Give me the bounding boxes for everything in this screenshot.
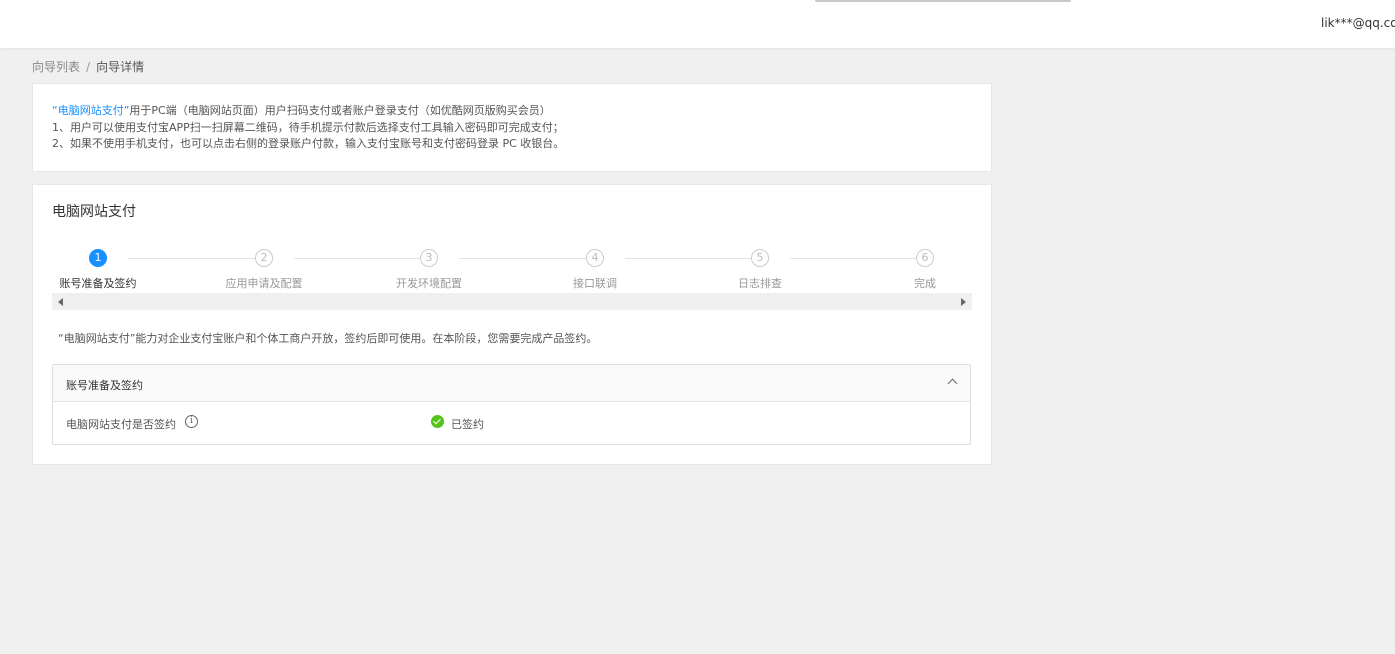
page-title: 电脑网站支付 (52, 204, 136, 220)
breadcrumb-item-wizard-list[interactable]: 向导列表 (32, 60, 80, 74)
breadcrumb-item-wizard-detail: 向导详情 (96, 60, 145, 74)
signing-status-value: 已签约 (451, 418, 484, 431)
step-label: 应用申请及配置 (225, 277, 303, 290)
top-header: lik***@qq.com (0, 0, 1395, 48)
step-label: 账号准备及签约 (59, 277, 137, 290)
intro-line-1: “电脑网站支付”用于PC端（电脑网站页面）用户扫码支付或者账户登录支付（如优酷网… (52, 103, 971, 120)
step-number: 6 (916, 249, 934, 267)
step-label: 开发环境配置 (396, 277, 462, 290)
main-card: 电脑网站支付 1 账号准备及签约 2 应用申请及配置 3 开发环境配置 4 接口… (32, 184, 992, 465)
step-1[interactable]: 1 账号准备及签约 (38, 249, 158, 291)
step-5[interactable]: 5 日志排查 (700, 249, 820, 291)
panel-title: 账号准备及签约 (66, 379, 143, 392)
intro-card: “电脑网站支付”用于PC端（电脑网站页面）用户扫码支付或者账户登录支付（如优酷网… (32, 83, 992, 172)
step-label: 日志排查 (738, 277, 782, 290)
scroll-left-arrow-icon[interactable] (58, 298, 63, 306)
signing-panel: 账号准备及签约 电脑网站支付是否签约 i 已签约 (52, 364, 971, 445)
breadcrumb: 向导列表 / 向导详情 (32, 58, 144, 75)
step-label: 完成 (914, 277, 936, 290)
step-number: 2 (255, 249, 273, 267)
steps-bar: 1 账号准备及签约 2 应用申请及配置 3 开发环境配置 4 接口联调 5 日志… (53, 249, 971, 290)
step-number: 5 (751, 249, 769, 267)
panel-body: 电脑网站支付是否签约 i 已签约 (53, 402, 970, 444)
product-name-link[interactable]: “电脑网站支付” (52, 104, 129, 117)
step-number: 1 (89, 249, 107, 267)
step-3[interactable]: 3 开发环境配置 (369, 249, 489, 291)
stage-description: “电脑网站支付”能力对企业支付宝账户和个体工商户开放，签约后即可使用。在本阶段，… (58, 332, 598, 345)
user-email[interactable]: lik***@qq.com (1321, 16, 1395, 30)
scroll-right-arrow-icon[interactable] (961, 298, 966, 306)
check-circle-icon (431, 415, 444, 428)
signing-status-label: 电脑网站支付是否签约 (66, 418, 176, 431)
step-number: 4 (586, 249, 604, 267)
intro-line-2: 1、用户可以使用支付宝APP扫一扫屏幕二维码，待手机提示付款后选择支付工具输入密… (52, 120, 564, 134)
top-scrollbar[interactable] (815, 0, 1071, 2)
step-2[interactable]: 2 应用申请及配置 (204, 249, 324, 291)
intro-line-1-text: 用于PC端（电脑网站页面）用户扫码支付或者账户登录支付（如优酷网页版购买会员） (129, 104, 551, 117)
horizontal-scrollbar[interactable] (52, 293, 972, 310)
step-number: 3 (420, 249, 438, 267)
intro-line-3: 2、如果不使用手机支付，也可以点击右侧的登录账户付款，输入支付宝账号和支付密码登… (52, 137, 565, 150)
info-icon[interactable]: i (185, 415, 198, 428)
panel-header[interactable]: 账号准备及签约 (53, 365, 970, 402)
chevron-up-icon[interactable] (947, 378, 958, 389)
breadcrumb-separator: / (86, 60, 91, 74)
step-6[interactable]: 6 完成 (865, 249, 985, 291)
step-4[interactable]: 4 接口联调 (535, 249, 655, 291)
step-label: 接口联调 (573, 277, 617, 290)
